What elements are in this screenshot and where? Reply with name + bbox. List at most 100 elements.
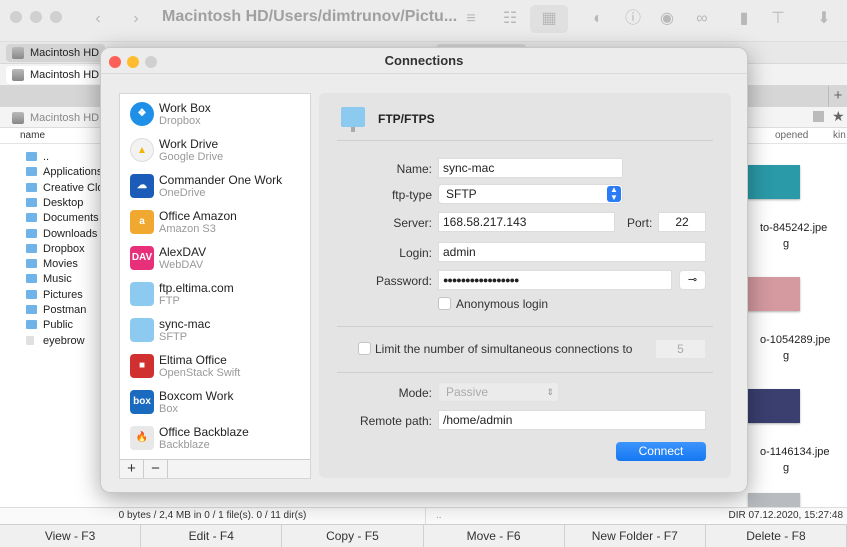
port-input[interactable]: 22 <box>658 212 706 232</box>
image-thumbnail[interactable] <box>748 277 800 311</box>
file-list-item[interactable]: Documents <box>26 211 99 226</box>
connection-name: Eltima Office <box>159 353 227 367</box>
image-thumbnail[interactable] <box>748 389 800 423</box>
image-file-name[interactable]: o-1054289.jpe g <box>760 332 847 364</box>
function-key-bar: View - F3 Edit - F4 Copy - F5 Move - F6 New … <box>0 524 847 547</box>
ftp-type-label: ftp-type <box>391 188 432 202</box>
fkey-button-f6[interactable]: Move - F6 <box>424 525 565 547</box>
grid-icon[interactable]: ▦ <box>530 5 568 33</box>
limit-connections-checkbox[interactable] <box>358 342 371 355</box>
google-drive-icon: ▲ <box>130 138 154 162</box>
connection-item[interactable]: a Office Amazon Amazon S3 <box>120 206 310 242</box>
file-list-item[interactable]: Applications <box>26 165 102 180</box>
password-input[interactable]: ●●●●●●●●●●●●●●●●● <box>438 270 672 290</box>
image-thumbnail[interactable] <box>748 493 800 507</box>
connection-item[interactable]: sync-mac SFTP <box>120 314 310 350</box>
file-name-line: g <box>783 238 790 250</box>
archive-icon[interactable]: ▮ <box>734 9 754 29</box>
file-name: eyebrow <box>43 334 85 347</box>
fkey-button-f7[interactable]: New Folder - F7 <box>565 525 706 547</box>
network-icon[interactable]: ⊤ <box>768 9 788 29</box>
connection-type: Backblaze <box>159 439 210 451</box>
dialog-close-button[interactable] <box>109 56 121 68</box>
remote-path-input[interactable]: /home/admin <box>438 410 706 430</box>
dialog-minimize-button[interactable] <box>127 56 139 68</box>
star-icon[interactable]: ★ <box>832 108 845 125</box>
select-arrows-icon: ⇕ <box>546 387 554 397</box>
file-list-item[interactable]: Dropbox <box>26 242 85 257</box>
file-list-item[interactable]: Movies <box>26 257 78 272</box>
connection-item[interactable]: ftp.eltima.com FTP <box>120 278 310 314</box>
list-icon[interactable]: ≡ <box>461 9 481 29</box>
tab-macintosh-hd[interactable]: Macintosh HD <box>6 44 106 62</box>
file-list-item[interactable]: Public <box>26 318 73 333</box>
image-file-name[interactable]: to-845242.jpe g <box>760 220 847 252</box>
add-connection-button[interactable]: + <box>120 460 144 478</box>
fkey-button-f5[interactable]: Copy - F5 <box>282 525 424 547</box>
add-tab-button[interactable]: + <box>828 86 847 107</box>
tab-macintosh-hd-active[interactable]: Macintosh HD <box>6 66 106 84</box>
connection-item[interactable]: DAV AlexDAV WebDAV <box>120 242 310 278</box>
divider <box>337 140 713 141</box>
connection-item[interactable]: 🔥 Office Backblaze Backblaze <box>120 422 310 458</box>
connection-item[interactable]: ☁ Commander One Work OneDrive <box>120 170 310 206</box>
binoculars-icon[interactable]: ∞ <box>692 9 712 29</box>
key-button[interactable]: ⊸ <box>679 270 706 290</box>
connection-item[interactable]: ❖ Work Box Dropbox <box>120 98 310 134</box>
minimize-window-button[interactable] <box>30 11 42 23</box>
name-input[interactable]: sync-mac <box>438 158 623 178</box>
server-input[interactable]: 168.58.217.143 <box>438 212 615 232</box>
remove-connection-button[interactable]: − <box>144 460 168 478</box>
detail-list-icon[interactable]: ☷ <box>500 9 520 29</box>
file-name-line: g <box>783 350 790 362</box>
mode-select[interactable]: Passive ⇕ <box>438 382 559 402</box>
file-list-item[interactable]: eyebrow <box>26 334 85 349</box>
column-name[interactable]: name <box>20 130 45 141</box>
login-input[interactable]: admin <box>438 242 706 262</box>
connect-button[interactable]: Connect <box>616 442 706 461</box>
dialog-title: Connections <box>101 48 747 74</box>
chevron-left-icon[interactable]: ‹ <box>88 9 108 29</box>
download-icon[interactable]: ⬇ <box>814 9 834 29</box>
connection-name: AlexDAV <box>159 245 207 259</box>
file-name: Pictures <box>43 288 83 301</box>
connection-item[interactable]: box Boxcom Work Box <box>120 386 310 422</box>
limit-connections-input[interactable]: 5 <box>655 339 706 359</box>
folder-icon <box>26 274 37 284</box>
file-list-item[interactable]: Downloads <box>26 227 97 242</box>
file-list-item[interactable]: .. <box>26 150 49 165</box>
file-list-item[interactable]: Desktop <box>26 196 83 211</box>
dialog-zoom-button[interactable] <box>145 56 157 68</box>
divider <box>337 372 713 373</box>
file-list-item[interactable]: Music <box>26 272 72 287</box>
ftp-type-select[interactable]: SFTP ▲ ▼ <box>438 184 623 204</box>
connection-item[interactable]: ■ Eltima Office OpenStack Swift <box>120 350 310 386</box>
folder-icon <box>26 259 37 269</box>
file-name: Documents <box>43 212 99 225</box>
path-macintosh-hd[interactable]: Macintosh HD <box>6 109 105 127</box>
column-opened[interactable]: opened <box>775 130 808 141</box>
folder-icon <box>26 243 37 253</box>
remote-path-label: Remote path: <box>359 414 432 428</box>
connection-item[interactable]: ▲ Work Drive Google Drive <box>120 134 310 170</box>
column-kind[interactable]: kin <box>833 130 846 141</box>
fkey-button-f8[interactable]: Delete - F8 <box>706 525 847 547</box>
info-icon[interactable]: ⓘ <box>623 9 643 29</box>
connections-dialog: Connections + − ❖ Work Box Dropbox ▲ Work Dr… <box>100 47 748 493</box>
file-list-item[interactable]: Pictures <box>26 288 83 303</box>
image-thumbnail[interactable] <box>748 165 800 199</box>
zoom-window-button[interactable] <box>50 11 62 23</box>
amazon-s3-icon: a <box>130 210 154 234</box>
image-file-name[interactable]: o-1146134.jpe g <box>760 444 847 476</box>
square-icon[interactable] <box>813 111 824 122</box>
fkey-button-f4[interactable]: Edit - F4 <box>141 525 283 547</box>
file-name: Music <box>43 273 72 286</box>
toggle-icon[interactable]: ◐ <box>588 9 608 29</box>
anonymous-login-checkbox[interactable] <box>438 297 451 310</box>
close-window-button[interactable] <box>10 11 22 23</box>
file-list-item[interactable]: Postman <box>26 303 86 318</box>
eye-icon[interactable]: ◉ <box>657 9 677 29</box>
chevron-right-icon[interactable]: › <box>126 9 146 29</box>
fkey-button-f3[interactable]: View - F3 <box>0 525 142 547</box>
webdav-icon: DAV <box>130 246 154 270</box>
